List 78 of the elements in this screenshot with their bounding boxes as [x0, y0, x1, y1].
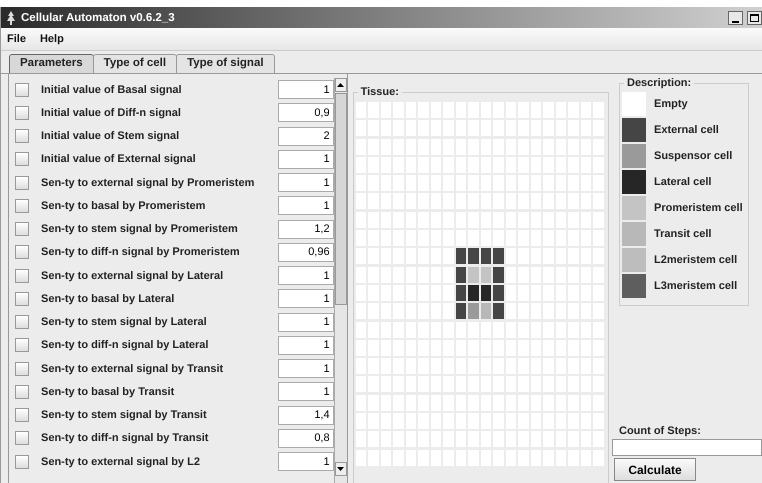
tab[interactable]: Parameters — [9, 54, 94, 73]
field-label: Count of Steps: — [619, 425, 702, 437]
legend-label: Empty — [654, 98, 688, 110]
parameter-label: Sen-ty to stem signal by Promeristem — [41, 223, 239, 236]
parameter-field[interactable]: 2 — [278, 126, 334, 146]
parameter-label: Initial value of Basal signal — [41, 84, 183, 96]
parameter-label: Initial value of External signal — [41, 153, 197, 166]
maximize-icon — [750, 14, 759, 22]
parameter-field[interactable]: 1 — [278, 196, 334, 216]
steps-field[interactable] — [612, 439, 762, 456]
parameter-field[interactable]: 1 — [278, 359, 334, 378]
minimize-icon — [732, 20, 739, 24]
checkbox[interactable] — [15, 315, 29, 330]
checkbox[interactable] — [15, 152, 29, 166]
parameter-label: Sen-ty to external signal by Transit — [41, 362, 224, 375]
legend-label: External cell — [654, 124, 719, 136]
checkbox[interactable] — [15, 454, 29, 469]
parameter-field[interactable]: 1,2 — [278, 220, 334, 239]
parameter-label: Sen-ty to external signal by Promeristem — [41, 176, 256, 189]
legend-label: Transit cell — [654, 228, 712, 240]
parameter-field[interactable]: 1 — [278, 289, 334, 308]
checkbox[interactable] — [15, 245, 29, 260]
tab[interactable]: Type of signal — [176, 54, 275, 73]
scroll-down-icon[interactable] — [334, 462, 347, 476]
parameter-label: Sen-ty to diff-n signal by Transit — [41, 432, 210, 444]
parameter-label: Sen-ty to stem signal by Transit — [41, 409, 208, 422]
checkbox[interactable] — [15, 408, 29, 422]
checkbox[interactable] — [15, 176, 29, 190]
legend-label: Suspensor cell — [654, 150, 732, 162]
legend-label: L3meristem cell — [654, 280, 738, 292]
minimize-button[interactable] — [728, 10, 743, 24]
parameter-label: Sen-ty to basal by Promeristem — [41, 200, 206, 212]
parameter-field[interactable]: 1 — [278, 173, 334, 192]
legend-label: L2meristem cell — [654, 254, 738, 266]
parameter-label: Sen-ty to stem signal by Lateral — [41, 316, 208, 328]
parameter-field[interactable]: 1 — [278, 80, 334, 100]
checkbox[interactable] — [15, 268, 29, 283]
checkbox[interactable] — [15, 362, 29, 376]
checkbox[interactable] — [15, 198, 29, 213]
parameter-label: Sen-ty to external signal by Lateral — [41, 270, 224, 282]
parameter-label: Sen-ty to external signal by L2 — [41, 456, 201, 468]
panel-title: Tissue: — [360, 86, 400, 98]
window-title: Cellular Automaton v0.6.2_3 — [21, 12, 176, 24]
app-icon — [5, 10, 17, 24]
parameter-field[interactable]: 1 — [278, 312, 334, 332]
parameter-label: Sen-ty to diff-n signal by Promeristem — [41, 246, 241, 258]
checkbox[interactable] — [15, 106, 29, 120]
parameter-field[interactable]: 1 — [278, 336, 334, 355]
menu-item[interactable]: File — [7, 33, 26, 45]
parameter-field[interactable]: 1 — [278, 266, 334, 286]
parameter-label: Sen-ty to diff-n signal by Lateral — [41, 339, 210, 352]
checkbox[interactable] — [15, 384, 29, 399]
parameter-field[interactable]: 0,96 — [278, 242, 334, 262]
parameter-label: Initial value of Diff-n signal — [41, 106, 182, 119]
checkbox[interactable] — [15, 292, 29, 306]
parameter-field[interactable]: 1 — [278, 150, 334, 169]
menu-item[interactable]: Help — [40, 33, 64, 45]
tab[interactable]: Type of cell — [92, 54, 178, 73]
scroll-up-icon[interactable] — [334, 78, 347, 92]
checkbox[interactable] — [15, 82, 29, 97]
parameter-field[interactable]: 1 — [278, 382, 334, 402]
maximize-button[interactable] — [747, 10, 762, 24]
checkbox[interactable] — [15, 129, 29, 144]
parameter-label: Sen-ty to basal by Transit — [41, 386, 176, 398]
legend-label: Promeristem cell — [654, 202, 743, 214]
parameter-label: Initial value of Stem signal — [41, 130, 180, 142]
parameter-field[interactable]: 0,9 — [278, 103, 334, 122]
panel-title: Description: — [626, 77, 692, 89]
legend-label: Lateral cell — [654, 176, 712, 188]
checkbox[interactable] — [15, 431, 29, 446]
scrollbar-thumb[interactable] — [334, 93, 347, 305]
parameter-label: Sen-ty to basal by Lateral — [41, 292, 176, 305]
parameter-field[interactable]: 0,8 — [278, 428, 334, 448]
checkbox[interactable] — [15, 222, 29, 236]
checkbox[interactable] — [15, 338, 29, 352]
parameter-field[interactable]: 1,4 — [278, 406, 334, 425]
calculate-button[interactable]: Calculate — [614, 458, 696, 481]
parameter-field[interactable]: 1 — [278, 452, 334, 472]
